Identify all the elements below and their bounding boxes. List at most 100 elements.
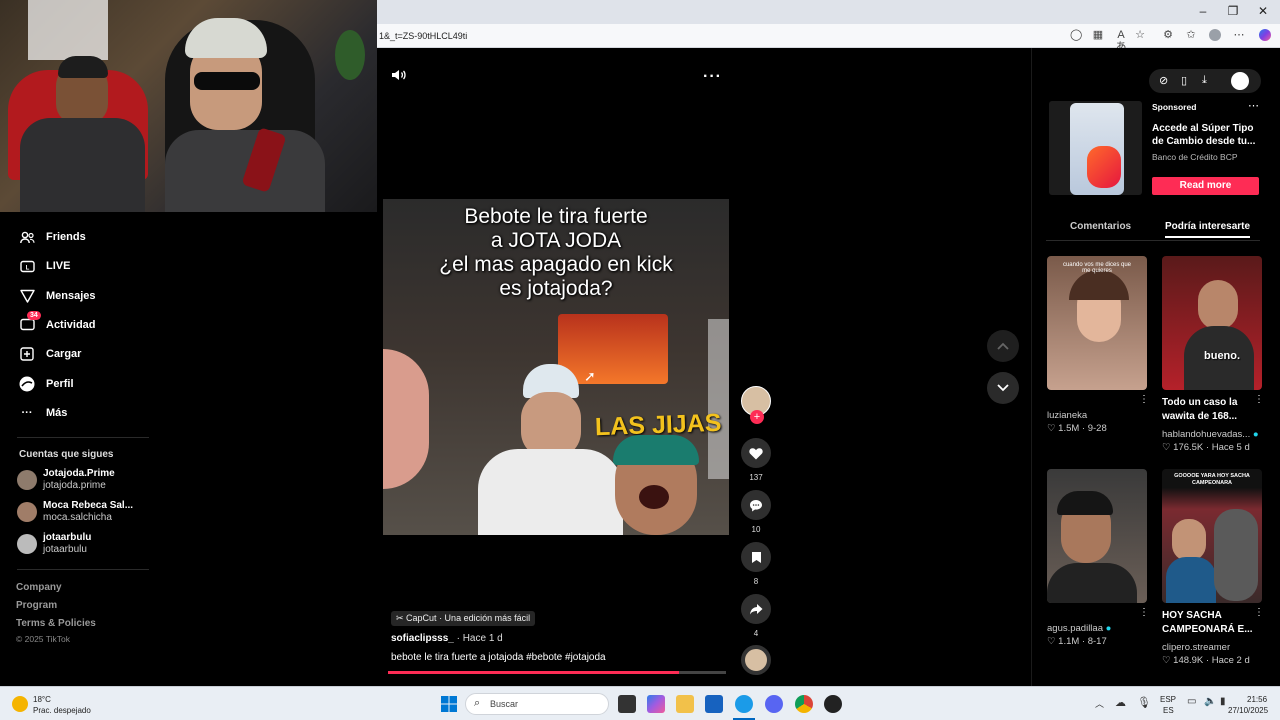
author-name: hablandohuevadas... — [1162, 429, 1251, 440]
read-more-button[interactable]: Read more — [1152, 177, 1259, 195]
ad-options-icon[interactable]: ⋯ — [1248, 99, 1259, 112]
suggestion-author[interactable]: hablandohuevadas... ● — [1162, 429, 1259, 440]
author-avatar-button[interactable]: + — [740, 386, 772, 424]
sound-disc-button[interactable] — [740, 645, 772, 675]
person-left-hair — [58, 56, 108, 78]
cloud-icon[interactable]: ☁ — [1115, 696, 1126, 709]
taskbar-search[interactable]: ⌕ Buscar — [465, 693, 609, 715]
battery-icon[interactable]: ▮ — [1220, 696, 1226, 707]
sidebar-item-live[interactable]: L LIVE — [19, 256, 70, 276]
suggestion-title[interactable]: HOY SACHA CAMPEONARÁ E... — [1162, 609, 1253, 637]
sidebar-item-activity[interactable]: 34 Actividad — [19, 311, 96, 335]
follow-plus-icon[interactable]: + — [750, 410, 764, 424]
capcut-tag[interactable]: ✂ CapCut · Una edición más fácil — [391, 611, 536, 626]
footer-terms-link[interactable]: Terms & Policies — [16, 618, 96, 629]
author-name[interactable]: sofiaclipsss_ — [391, 633, 454, 644]
read-aloud-icon[interactable]: Aあ — [1115, 29, 1127, 53]
store-icon[interactable] — [705, 695, 723, 713]
profile-avatar-icon[interactable] — [1209, 29, 1221, 41]
menu-dots-icon[interactable]: ⋯ — [1233, 29, 1245, 41]
music-disc-icon — [741, 645, 771, 675]
device-icon[interactable]: ▯ — [1181, 74, 1187, 87]
extensions-icon[interactable]: ⚙ — [1162, 29, 1174, 41]
suggestion-author[interactable]: clipero.streamer — [1162, 642, 1230, 653]
profile-icon — [19, 376, 35, 392]
start-icon[interactable] — [441, 696, 457, 712]
progress-track[interactable] — [388, 671, 726, 674]
like-button[interactable]: 137 — [740, 438, 772, 482]
tiktok-logo-icon[interactable] — [1231, 72, 1249, 90]
volume-icon[interactable] — [391, 68, 407, 87]
next-video-button[interactable] — [987, 372, 1019, 404]
obs-icon[interactable] — [824, 695, 842, 713]
sidebar-item-upload[interactable]: Cargar — [19, 344, 81, 364]
verified-icon: ● — [1105, 623, 1112, 634]
tab-comments[interactable]: Comentarios — [1070, 221, 1131, 232]
favorites-icon[interactable]: ✩ — [1185, 29, 1197, 41]
language-code[interactable]: ESP — [1160, 695, 1176, 704]
suggestion-author[interactable]: luzianeka — [1047, 410, 1087, 421]
address-bar[interactable]: 1&_t=ZS-90tHLCL49ti ◯ ▦ Aあ ☆ ⚙ ✩ ⋯ — [377, 24, 1280, 53]
footer-copyright: © 2025 TikTok — [16, 634, 70, 644]
suggestion-options-icon[interactable]: ⋮ — [1139, 394, 1149, 405]
weather-icon[interactable] — [12, 696, 28, 712]
apps-icon[interactable]: ▦ — [1092, 29, 1104, 41]
face-shape — [1172, 519, 1206, 561]
chrome-icon[interactable] — [795, 695, 813, 713]
restore-button[interactable]: ❐ — [1223, 4, 1243, 18]
following-account[interactable]: Moca Rebeca Sal... moca.salchicha — [17, 500, 133, 524]
footer-program-link[interactable]: Program — [16, 600, 57, 611]
suggestion-options-icon[interactable]: ⋮ — [1254, 394, 1264, 405]
microphone-icon[interactable]: 🎙 — [1137, 696, 1151, 709]
video-player[interactable]: Bebote le tira fuerte a JOTA JODA ¿el ma… — [383, 199, 729, 535]
sidebar-item-messages[interactable]: Mensajes — [19, 286, 96, 306]
explore-icon[interactable]: ⊘ — [1159, 74, 1168, 87]
video-options-icon[interactable]: ··· — [703, 68, 722, 86]
suggestion-options-icon[interactable]: ⋮ — [1139, 607, 1149, 618]
following-title: Cuentas que sigues — [19, 449, 114, 460]
star-icon[interactable]: ☆ — [1134, 29, 1146, 41]
comment-button[interactable]: 10 — [740, 490, 772, 534]
sidebar-item-more[interactable]: ··· Más — [19, 403, 68, 423]
caption-line: ¿el mas apagado en kick — [439, 253, 673, 276]
upload-icon — [19, 346, 35, 362]
volume-icon[interactable]: 🔈 — [1204, 696, 1216, 707]
copilot-icon[interactable] — [1259, 29, 1271, 41]
close-button[interactable]: ✕ — [1253, 4, 1273, 18]
suggested-video-thumbnail[interactable] — [1047, 469, 1147, 603]
verified-icon: ● — [1252, 429, 1259, 440]
following-account[interactable]: jotaarbulu jotaarbulu — [17, 532, 91, 556]
ad-title[interactable]: Accede al Súper Tipo de Cambio desde tu.… — [1152, 122, 1255, 148]
suggestion-title[interactable]: Todo un caso la wawita de 168... — [1162, 396, 1237, 424]
suggested-video-thumbnail[interactable]: cuando vos me dices que me quieres — [1047, 256, 1147, 390]
post-date: · 8-17 — [1081, 636, 1107, 647]
tab-suggested[interactable]: Podría interesarte — [1165, 221, 1251, 238]
edge-icon[interactable] — [735, 695, 753, 713]
ad-image[interactable] — [1049, 101, 1142, 195]
share-button[interactable]: 4 — [740, 594, 772, 638]
copilot-app-icon[interactable] — [647, 695, 665, 713]
suggestion-options-icon[interactable]: ⋮ — [1254, 607, 1264, 618]
sidebar-item-profile[interactable]: Perfil — [19, 374, 74, 394]
live-icon: L — [19, 258, 35, 274]
save-button[interactable]: 8 — [740, 542, 772, 586]
suggestion-author[interactable]: agus.padillaa ● — [1047, 623, 1111, 634]
discord-icon[interactable] — [765, 695, 783, 713]
minimize-button[interactable]: – — [1193, 4, 1213, 18]
footer-company-link[interactable]: Company — [16, 582, 62, 593]
following-account[interactable]: Jotajoda.Prime jotajoda.prime — [17, 468, 115, 492]
download-icon[interactable]: ⤓ — [1202, 74, 1207, 87]
suggested-video-thumbnail[interactable]: GOOOOE YARA HOY SACHA CAMPEONARA — [1162, 469, 1262, 603]
sidebar-item-friends[interactable]: Friends — [19, 227, 86, 247]
chevron-up-icon[interactable]: ︿ — [1095, 697, 1104, 710]
suggested-video-thumbnail[interactable]: bueno. — [1162, 256, 1262, 390]
url-text[interactable]: 1&_t=ZS-90tHLCL49ti — [379, 31, 467, 41]
share-count: 4 — [753, 629, 759, 638]
task-view-icon[interactable] — [618, 695, 636, 713]
previous-video-button[interactable] — [987, 330, 1019, 362]
bell-icon[interactable]: ◯ — [1070, 29, 1082, 41]
network-icon[interactable]: ▭ — [1187, 696, 1196, 707]
clock-time[interactable]: 21:56 — [1247, 695, 1267, 704]
friends-icon — [19, 229, 35, 245]
file-explorer-icon[interactable] — [676, 695, 694, 713]
